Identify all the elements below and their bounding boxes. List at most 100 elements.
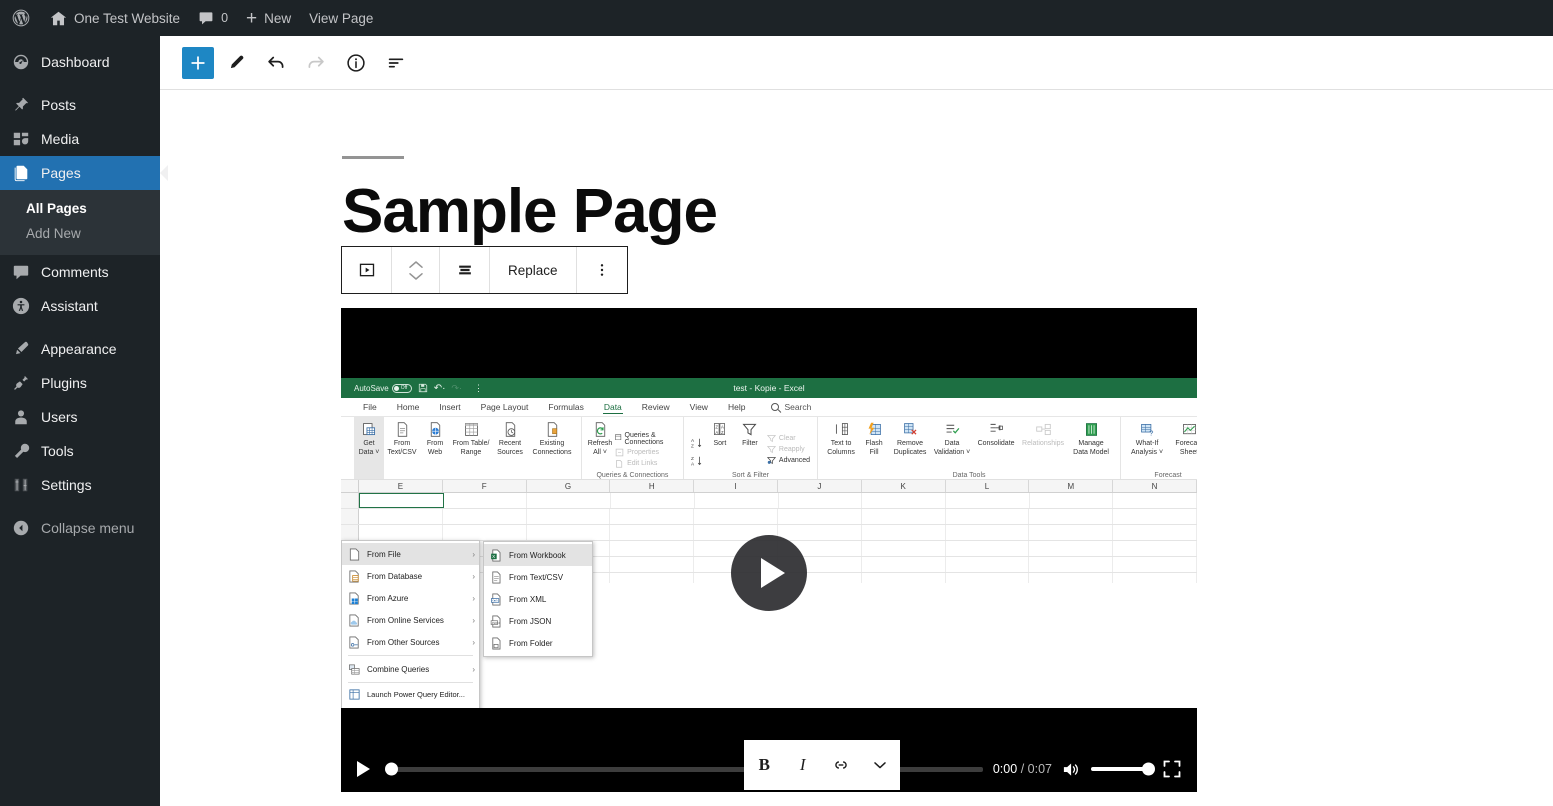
row-header[interactable] <box>341 525 359 540</box>
grid-cell[interactable] <box>862 493 946 508</box>
menu-item-from-json[interactable]: JSON From JSON <box>484 610 592 632</box>
details-button[interactable] <box>338 45 374 81</box>
excel-tab-formulas[interactable]: Formulas <box>538 402 593 412</box>
grid-cell[interactable] <box>610 557 694 572</box>
excel-tab-file[interactable]: File <box>353 402 387 412</box>
grid-cell[interactable] <box>862 541 946 556</box>
ribbon-get-data-button[interactable]: Get Data ˅ <box>354 417 384 479</box>
menu-item-from-online-services[interactable]: From Online Services › <box>342 609 479 631</box>
grid-cell[interactable] <box>1113 493 1197 508</box>
column-header[interactable]: G <box>527 480 611 492</box>
column-header[interactable]: J <box>778 480 862 492</box>
autosave-toggle[interactable]: AutoSave Off <box>354 384 412 393</box>
volume-slider[interactable] <box>1091 767 1153 771</box>
menu-item-from-xml[interactable]: <●> From XML <box>484 588 592 610</box>
grid-cell[interactable] <box>1030 493 1114 508</box>
ribbon-remove-duplicates-button[interactable]: Remove Duplicates <box>889 417 931 479</box>
ribbon-from-web-button[interactable]: From Web <box>420 417 450 479</box>
grid-cell[interactable] <box>694 509 778 524</box>
menu-item-from-workbook[interactable]: X From Workbook <box>484 544 592 566</box>
grid-cell[interactable] <box>1029 509 1113 524</box>
column-header[interactable]: L <box>946 480 1030 492</box>
excel-tab-help[interactable]: Help <box>718 402 755 412</box>
ribbon-filter-button[interactable]: Filter <box>735 417 765 479</box>
add-block-button[interactable] <box>182 47 214 79</box>
excel-tab-page-layout[interactable]: Page Layout <box>471 402 539 412</box>
sidebar-item-comments[interactable]: Comments <box>0 255 160 289</box>
grid-cell[interactable] <box>1113 525 1197 540</box>
grid-cell[interactable] <box>610 509 694 524</box>
new-content-menu[interactable]: + New <box>237 0 300 36</box>
ribbon-forecast-sheet-button[interactable]: Forecast Sheet <box>1168 417 1197 479</box>
block-type-button[interactable] <box>342 247 392 293</box>
italic-button[interactable]: I <box>786 745 820 785</box>
grid-cell[interactable] <box>1029 525 1113 540</box>
mute-button[interactable] <box>1062 761 1081 778</box>
redo-button[interactable] <box>298 45 334 81</box>
more-format-options-button[interactable] <box>863 745 897 785</box>
advanced-filter-item[interactable]: Advanced <box>767 456 810 465</box>
align-button[interactable] <box>440 247 490 293</box>
ribbon-what-if-button[interactable]: ? What-If Analysis ˅ <box>1126 417 1168 479</box>
row-header[interactable] <box>341 493 359 508</box>
menu-item-from-database[interactable]: From Database › <box>342 565 479 587</box>
volume-handle[interactable] <box>1142 763 1155 776</box>
column-header[interactable]: H <box>610 480 694 492</box>
grid-cell[interactable] <box>862 509 946 524</box>
grid-cell[interactable] <box>359 525 443 540</box>
sidebar-item-collapse-menu[interactable]: Collapse menu <box>0 511 160 545</box>
sidebar-item-appearance[interactable]: Appearance <box>0 332 160 366</box>
ribbon-flash-fill-button[interactable]: Flash Fill <box>859 417 889 479</box>
grid-cell[interactable] <box>359 493 444 508</box>
sidebar-item-settings[interactable]: Settings <box>0 468 160 502</box>
list-view-button[interactable] <box>378 45 414 81</box>
video-block[interactable]: AutoSave Off ↶· ↷· ⋮ test <box>341 308 1197 792</box>
column-header[interactable]: M <box>1029 480 1113 492</box>
ribbon-from-table-range-button[interactable]: From Table/ Range <box>450 417 492 479</box>
excel-tab-data[interactable]: Data <box>594 402 632 412</box>
grid-cell[interactable] <box>1113 557 1197 572</box>
grid-cell[interactable] <box>1113 573 1197 583</box>
submenu-item-all-pages[interactable]: All Pages <box>0 196 160 221</box>
grid-cell[interactable] <box>778 525 862 540</box>
select-all-corner[interactable] <box>341 480 359 492</box>
undo-button[interactable] <box>258 45 294 81</box>
ribbon-from-text-csv-button[interactable]: From Text/CSV <box>384 417 420 479</box>
excel-search-box[interactable]: Search <box>755 402 811 412</box>
menu-item-from-other-sources[interactable]: From Other Sources › <box>342 631 479 653</box>
excel-tab-review[interactable]: Review <box>632 402 680 412</box>
grid-cell[interactable] <box>359 509 443 524</box>
grid-cell[interactable] <box>778 509 862 524</box>
comments-link[interactable]: 0 <box>189 0 237 36</box>
grid-cell[interactable] <box>946 493 1030 508</box>
grid-cell[interactable] <box>946 573 1030 583</box>
submenu-item-add-new[interactable]: Add New <box>0 221 160 246</box>
grid-cell[interactable] <box>443 509 527 524</box>
excel-tab-insert[interactable]: Insert <box>429 402 470 412</box>
link-button[interactable] <box>824 745 858 785</box>
grid-cell[interactable] <box>862 525 946 540</box>
sort-za-icon[interactable]: ZA <box>691 454 703 466</box>
grid-cell[interactable] <box>1113 509 1197 524</box>
sidebar-item-plugins[interactable]: Plugins <box>0 366 160 400</box>
menu-item-from-text-csv[interactable]: From Text/CSV <box>484 566 592 588</box>
menu-item-from-file[interactable]: From File › <box>342 543 479 565</box>
menu-item-data-source-settings[interactable]: Data Source Settings... <box>342 704 479 708</box>
grid-cell[interactable] <box>946 541 1030 556</box>
replace-button[interactable]: Replace <box>490 247 577 293</box>
column-header[interactable]: K <box>862 480 946 492</box>
grid-cell[interactable] <box>610 573 694 583</box>
undo-icon[interactable]: ↶· <box>434 383 446 394</box>
excel-tab-home[interactable]: Home <box>387 402 430 412</box>
seek-handle[interactable] <box>385 763 398 776</box>
ribbon-refresh-all-button[interactable]: Refresh All ˅ <box>587 417 613 479</box>
sidebar-item-media[interactable]: Media <box>0 122 160 156</box>
excel-tab-view[interactable]: View <box>680 402 718 412</box>
column-header[interactable]: E <box>359 480 443 492</box>
grid-cell[interactable] <box>946 525 1030 540</box>
page-title[interactable]: Sample Page <box>342 179 1553 244</box>
ribbon-sort-button[interactable]: ZAAZ Sort <box>705 417 735 479</box>
grid-cell[interactable] <box>527 493 611 508</box>
grid-cell[interactable] <box>946 509 1030 524</box>
grid-cell[interactable] <box>1029 573 1113 583</box>
